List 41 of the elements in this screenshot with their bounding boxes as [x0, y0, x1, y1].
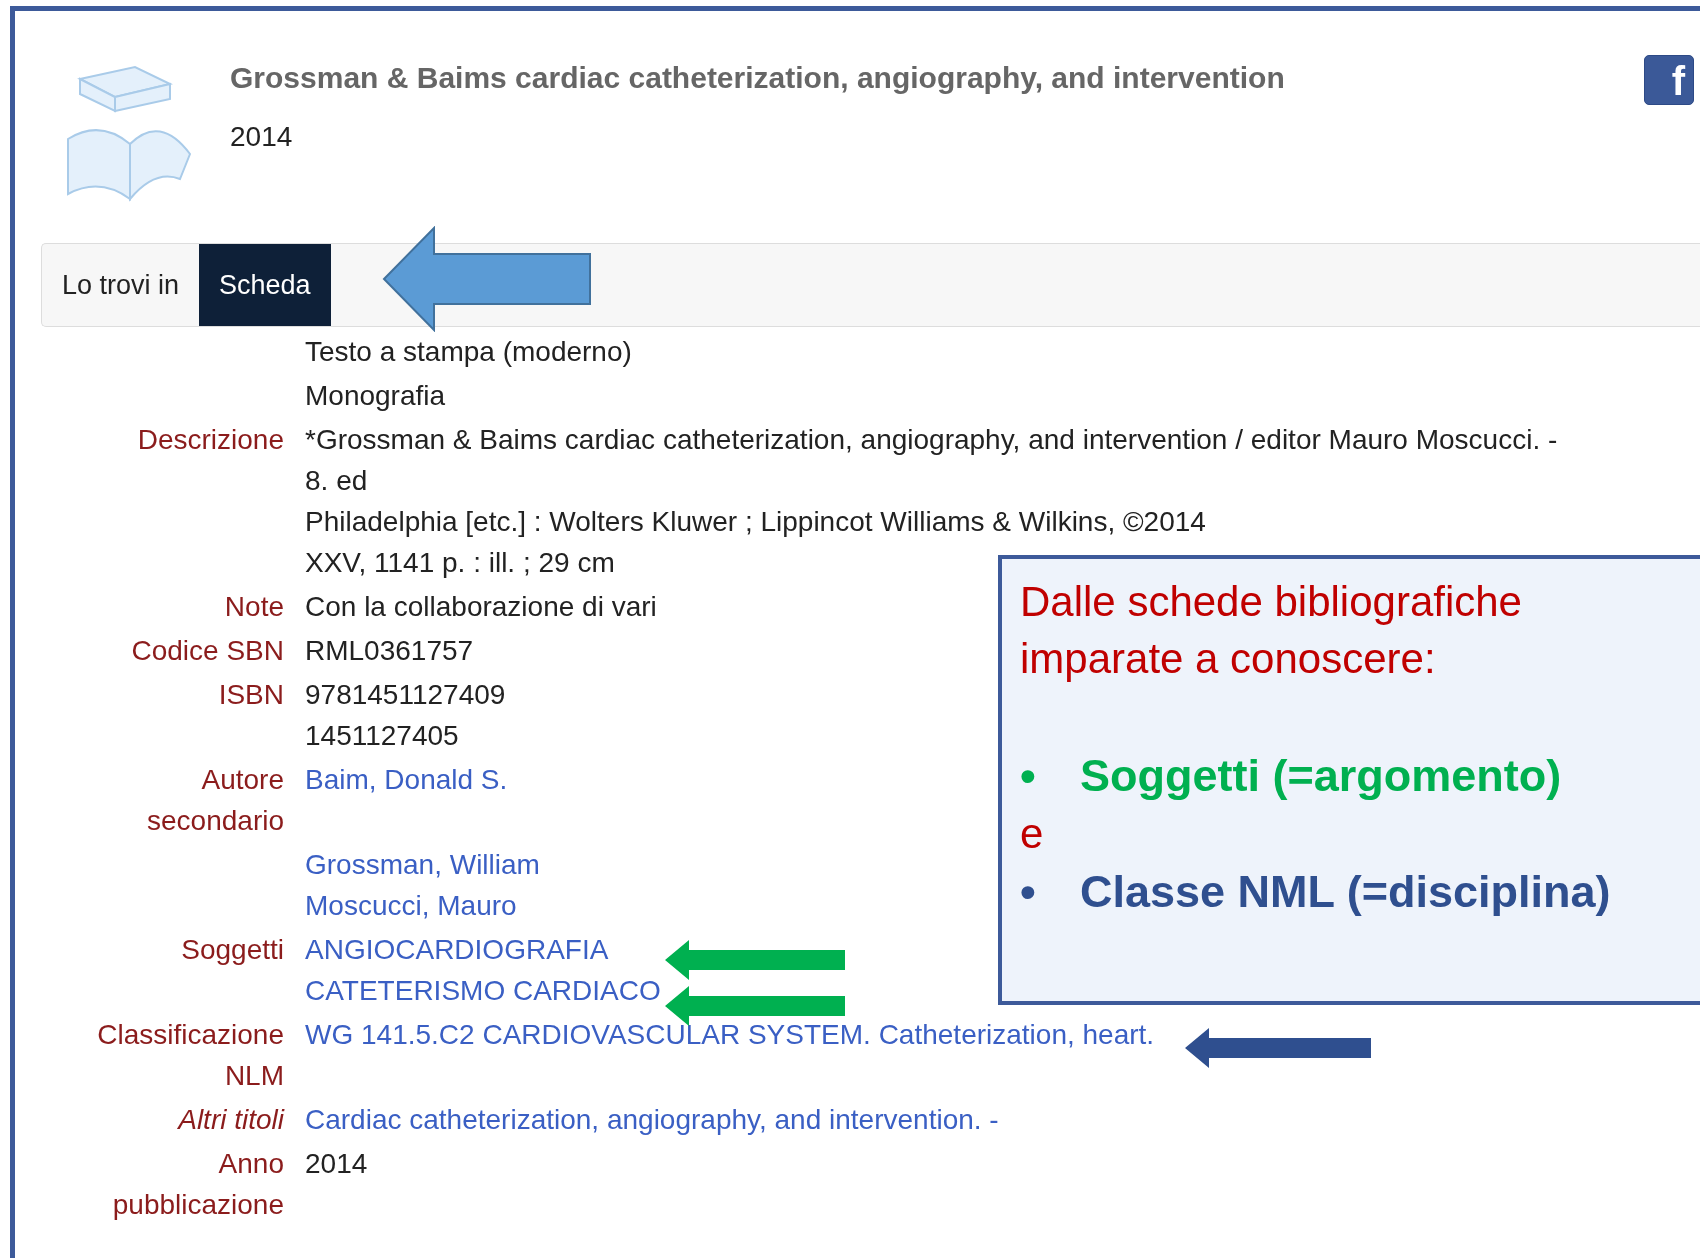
field-label: Codice SBN: [131, 634, 284, 668]
book-title: Grossman & Baims cardiac catheterization, angiography, and intervention: [230, 61, 1286, 95]
catalog-link[interactable]: WG 141.5.C2 CARDIOVASCULAR SYSTEM. Catheterization, heart.: [305, 1014, 1155, 1055]
field-label: Altri titoli: [178, 1103, 284, 1137]
field-value: Philadelphia [etc.] : Wolters Kluwer ; Lippincot Williams & Wilkins, ©2014: [305, 505, 1206, 539]
callout-item: Soggetti (=argomento): [1080, 749, 1562, 803]
field-value: Testo a stampa (moderno): [305, 335, 632, 369]
field-label: Descrizione: [137, 423, 284, 457]
left-arrow-icon: [1185, 1028, 1371, 1068]
field-label: Soggetti: [181, 933, 284, 967]
catalog-link[interactable]: Grossman, William: [305, 844, 540, 885]
field-label: ISBN: [218, 678, 284, 712]
catalog-link[interactable]: ANGIOCARDIOGRAFIA: [305, 929, 609, 970]
catalog-link[interactable]: CATETERISMO CARDIACO: [305, 970, 661, 1011]
left-arrow-icon: [665, 940, 845, 980]
publication-year: 2014: [230, 121, 294, 153]
callout-heading: Dalle schede bibliografiche imparate a conoscere:: [1020, 577, 1523, 684]
field-label: Note: [224, 590, 284, 624]
field-value: *Grossman & Baims cardiac catheterization, angiography, and intervention / editor Mauro Moscucci. - 8. ed: [305, 423, 1559, 498]
field-value: Monografia: [305, 379, 446, 413]
field-label: Anno pubblicazione: [111, 1147, 284, 1222]
field-value: XXV, 1141 p. : ill. ; 29 cm: [305, 546, 615, 580]
callout-item: Classe NML (=disciplina): [1080, 865, 1611, 919]
catalog-link[interactable]: Cardiac catheterization, angiography, and intervention. -: [305, 1099, 999, 1140]
field-value: RML0361757: [305, 634, 474, 668]
catalog-link[interactable]: Baim, Donald S.: [305, 759, 508, 800]
field-value: 2014: [305, 1147, 368, 1181]
field-label: Classificazione NLM: [96, 1018, 284, 1093]
tab[interactable]: Lo trovi in: [42, 244, 200, 326]
bullet-mark: •: [1020, 749, 1037, 803]
field-value: 9781451127409: [305, 678, 506, 712]
field-value: 1451127405: [305, 719, 459, 753]
callout-text: e: [1020, 809, 1044, 859]
catalog-link[interactable]: Moscucci, Mauro: [305, 885, 517, 926]
tab[interactable]: Scheda: [199, 244, 331, 326]
left-arrow-icon: [382, 226, 594, 332]
share-button[interactable]: f: [1644, 55, 1694, 105]
field-value: Con la collaborazione di vari: [305, 590, 657, 624]
bullet-mark: •: [1020, 865, 1037, 919]
field-label: Autore secondario: [146, 763, 284, 838]
left-arrow-icon: [665, 986, 845, 1026]
